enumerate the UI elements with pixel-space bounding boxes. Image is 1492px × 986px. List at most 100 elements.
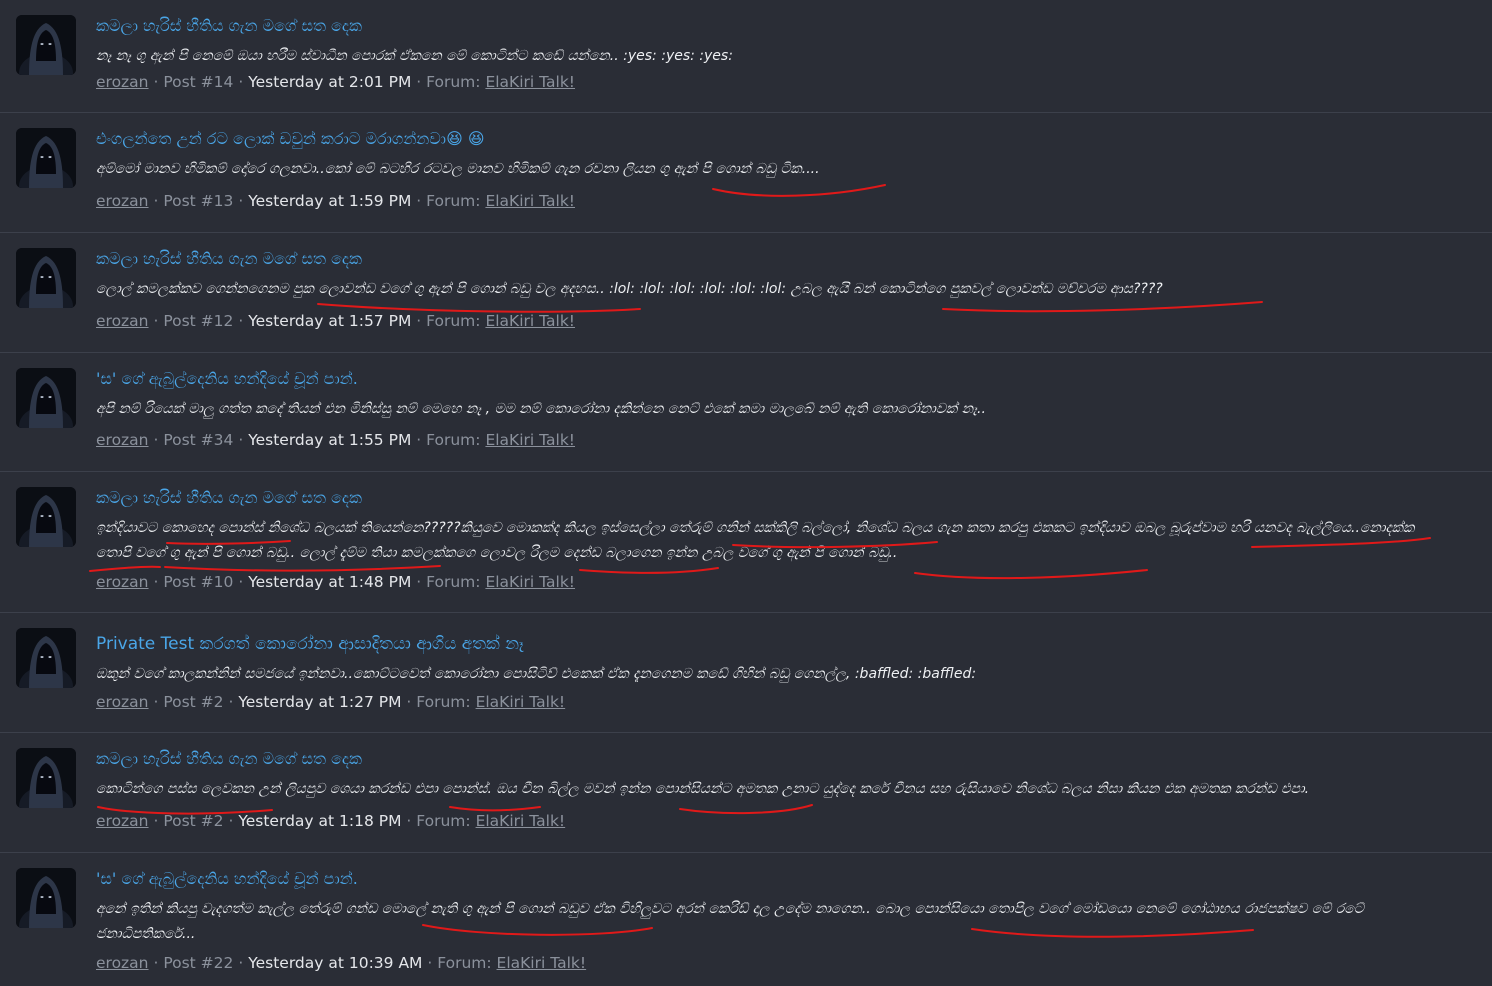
search-result-item: 'ස' ගේ ඇබුල්දෙනිය හන්දියේ චූන් පාන්. අනේ…: [0, 853, 1492, 986]
post-number: Post #22: [163, 954, 234, 972]
separator: ·: [238, 573, 249, 591]
forum-label: Forum:: [416, 812, 471, 830]
thread-title-link[interactable]: 'ස' ගේ ඇබුල්දෙනිය හන්දියේ චූන් පාන්.: [96, 867, 358, 891]
forum-link[interactable]: ElaKiri Talk!: [485, 312, 575, 330]
author-link[interactable]: erozan: [96, 693, 149, 711]
post-meta: erozan · Post #2 · Yesterday at 1:27 PM …: [96, 690, 565, 714]
post-number: Post #34: [163, 431, 234, 449]
separator: ·: [228, 693, 239, 711]
avatar[interactable]: [16, 368, 76, 428]
author-link[interactable]: erozan: [96, 431, 149, 449]
hooded-figure-avatar-icon: [16, 628, 76, 688]
hooded-figure-avatar-icon: [16, 15, 76, 75]
avatar[interactable]: [16, 628, 76, 688]
separator: ·: [153, 431, 164, 449]
forum-link[interactable]: ElaKiri Talk!: [476, 812, 566, 830]
separator: ·: [153, 312, 164, 330]
forum-link[interactable]: ElaKiri Talk!: [485, 573, 575, 591]
post-meta: erozan · Post #10 · Yesterday at 1:48 PM…: [96, 570, 575, 594]
avatar[interactable]: [16, 487, 76, 547]
separator: ·: [153, 954, 164, 972]
forum-label: Forum:: [426, 312, 481, 330]
post-number: Post #14: [163, 73, 234, 91]
post-timestamp: Yesterday at 1:55 PM: [248, 431, 412, 449]
forum-label: Forum:: [426, 73, 481, 91]
thread-title-link[interactable]: 'ස' ගේ ඇබුල්දෙනිය හන්දියේ චූන් පාන්.: [96, 367, 358, 391]
forum-link[interactable]: ElaKiri Talk!: [485, 192, 575, 210]
post-timestamp: Yesterday at 1:57 PM: [248, 312, 412, 330]
post-snippet: කොටින්ගෙ පස්ස ලෙවකන උන් ලියපුව ශෙයා කරන්…: [96, 781, 1310, 797]
post-meta: erozan · Post #22 · Yesterday at 10:39 A…: [96, 951, 586, 975]
forum-label: Forum:: [426, 192, 481, 210]
separator: ·: [238, 73, 249, 91]
search-result-item: කමලා හැරිස් හීතිය ගැන මගේ සත දෙක ලොල් කම…: [0, 233, 1492, 353]
separator: ·: [416, 312, 427, 330]
thread-title-link[interactable]: කමලා හැරිස් හීතිය ගැන මගේ සත දෙක: [96, 747, 362, 771]
post-meta: erozan · Post #13 · Yesterday at 1:59 PM…: [96, 189, 575, 213]
forum-label: Forum:: [426, 431, 481, 449]
separator: ·: [153, 192, 164, 210]
post-snippet: ඔකුන් වගේ කාලකන්නින් සමජයේ ඉන්නවා..කොට්ට…: [96, 666, 977, 682]
author-link[interactable]: erozan: [96, 573, 149, 591]
separator: ·: [238, 431, 249, 449]
avatar[interactable]: [16, 248, 76, 308]
separator: ·: [406, 693, 417, 711]
post-timestamp: Yesterday at 1:18 PM: [238, 812, 402, 830]
thread-title-link[interactable]: Private Test කරගත් කොරෝනා ආසාදිතයා ආගිය …: [96, 632, 524, 656]
post-timestamp: Yesterday at 1:48 PM: [248, 573, 412, 591]
post-snippet: අම්මෝ මානව හිමිකම් දෝරෙ ගලනවා..කෝ මේ බටහ…: [96, 161, 820, 177]
forum-link[interactable]: ElaKiri Talk!: [485, 73, 575, 91]
post-meta: erozan · Post #12 · Yesterday at 1:57 PM…: [96, 309, 575, 333]
avatar[interactable]: [16, 15, 76, 75]
post-timestamp: Yesterday at 2:01 PM: [248, 73, 412, 91]
thread-title-link[interactable]: කමලා හැරිස් හීතිය ගැන මගේ සත දෙක: [96, 486, 362, 510]
thread-title-link[interactable]: එංගලන්තෙ උන් රට ලොක් ඩවුන් කරාට මරාගන්නව…: [96, 127, 485, 151]
avatar[interactable]: [16, 748, 76, 808]
thread-title-link[interactable]: කමලා හැරිස් හීතිය ගැන මගේ සත දෙක: [96, 247, 362, 271]
forum-label: Forum:: [416, 693, 471, 711]
forum-link[interactable]: ElaKiri Talk!: [485, 431, 575, 449]
hooded-figure-avatar-icon: [16, 487, 76, 547]
separator: ·: [416, 573, 427, 591]
post-number: Post #10: [163, 573, 234, 591]
post-number: Post #2: [163, 812, 224, 830]
search-result-item: කමලා හැරිස් හීතිය ගැන මගේ සත දෙක ඉන්දියා…: [0, 472, 1492, 613]
author-link[interactable]: erozan: [96, 312, 149, 330]
separator: ·: [153, 73, 164, 91]
post-snippet: ඉන්දියාවට කොහෙද පොන්ස් නිශේධ බලයක් තියෙන…: [96, 520, 1415, 561]
author-link[interactable]: erozan: [96, 954, 149, 972]
search-result-item: කමලා හැරිස් හීතිය ගැන මගේ සත දෙක නෑ නෑ ග…: [0, 0, 1492, 113]
post-number: Post #13: [163, 192, 234, 210]
post-number: Post #12: [163, 312, 234, 330]
search-result-item: Private Test කරගත් කොරෝනා ආසාදිතයා ආගිය …: [0, 613, 1492, 733]
hooded-figure-avatar-icon: [16, 868, 76, 928]
separator: ·: [238, 954, 249, 972]
post-snippet: අනේ ඉතින් කියපු වැදගත්ම කැල්ල තේරුම් ගන්…: [96, 901, 1364, 942]
post-snippet: නෑ නෑ ගු ඇන් පි නෙමේ ඔයා හරීම ස්වාධීන පො…: [96, 48, 733, 64]
search-result-item: එංගලන්තෙ උන් රට ලොක් ඩවුන් කරාට මරාගන්නව…: [0, 113, 1492, 233]
search-results-list: කමලා හැරිස් හීතිය ගැන මගේ සත දෙක නෑ නෑ ග…: [0, 0, 1492, 986]
author-link[interactable]: erozan: [96, 73, 149, 91]
post-number: Post #2: [163, 693, 224, 711]
separator: ·: [416, 73, 427, 91]
separator: ·: [427, 954, 438, 972]
author-link[interactable]: erozan: [96, 192, 149, 210]
hooded-figure-avatar-icon: [16, 248, 76, 308]
separator: ·: [153, 693, 164, 711]
separator: ·: [238, 192, 249, 210]
separator: ·: [153, 812, 164, 830]
post-timestamp: Yesterday at 1:27 PM: [238, 693, 402, 711]
hooded-figure-avatar-icon: [16, 748, 76, 808]
post-meta: erozan · Post #14 · Yesterday at 2:01 PM…: [96, 70, 575, 94]
author-link[interactable]: erozan: [96, 812, 149, 830]
separator: ·: [228, 812, 239, 830]
thread-title-link[interactable]: කමලා හැරිස් හීතිය ගැන මගේ සත දෙක: [96, 14, 362, 38]
post-snippet: ලොල් කමලක්කව ගෙන්නගෙනම පුක ලොවන්ඩ වගේ ගු…: [96, 281, 1163, 297]
forum-link[interactable]: ElaKiri Talk!: [497, 954, 587, 972]
forum-link[interactable]: ElaKiri Talk!: [476, 693, 566, 711]
hooded-figure-avatar-icon: [16, 128, 76, 188]
avatar[interactable]: [16, 868, 76, 928]
post-meta: erozan · Post #34 · Yesterday at 1:55 PM…: [96, 428, 575, 452]
avatar[interactable]: [16, 128, 76, 188]
search-result-item: කමලා හැරිස් හීතිය ගැන මගේ සත දෙක කොටින්ග…: [0, 733, 1492, 853]
